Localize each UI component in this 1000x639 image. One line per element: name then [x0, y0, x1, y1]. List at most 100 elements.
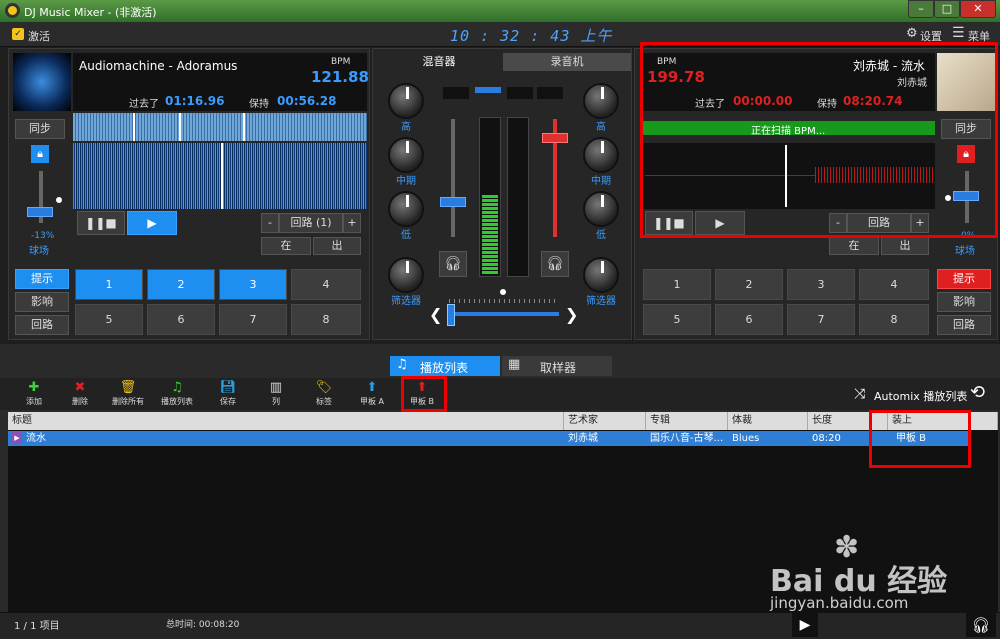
deck-b-pad-1[interactable]: 1 — [643, 269, 711, 300]
mixer-right-low-knob[interactable] — [583, 191, 619, 227]
deck-a-pad-8[interactable]: 8 — [291, 304, 361, 335]
columns-icon: ▥ — [269, 380, 283, 395]
deck-a-pad-7[interactable]: 7 — [219, 304, 287, 335]
plus-icon: ✚ — [28, 380, 40, 395]
gear-icon[interactable]: ⚙ — [906, 26, 918, 41]
toolbar-button-arrow-up-icon[interactable]: ⬆ 甲板 A — [352, 380, 392, 407]
mixer-left-high-knob[interactable] — [388, 83, 424, 119]
deck-b-pad-3[interactable]: 3 — [787, 269, 855, 300]
deck-a-pad-6[interactable]: 6 — [147, 304, 215, 335]
mixer-indicator-bar — [475, 87, 501, 93]
deck-a-play-button[interactable]: ▶ — [127, 211, 177, 235]
deck-b-effect-button[interactable]: 影响 — [937, 292, 991, 312]
mixer-left-fader-track[interactable] — [451, 119, 455, 237]
crossfader-right-arrow[interactable]: ❯ — [565, 305, 578, 324]
mixer-right-high-knob[interactable] — [583, 83, 619, 119]
deck-a-pad-2[interactable]: 2 — [147, 269, 215, 300]
deck-a-loop-button[interactable]: 回路 (1) — [279, 213, 343, 233]
mixer-left-mid-label: 中期 — [396, 176, 416, 187]
maximize-button[interactable]: □ — [934, 0, 960, 18]
mixer-right-fader-thumb[interactable] — [542, 133, 568, 143]
deck-a-lock-icon[interactable]: 🔒︎ — [31, 145, 49, 163]
highlight-deck-b — [640, 42, 998, 238]
deck-a-sync-button[interactable]: 同步 — [15, 119, 65, 139]
crossfader-left-arrow[interactable]: ❮ — [429, 305, 442, 324]
mixer-left-fader-thumb[interactable] — [440, 197, 466, 207]
deck-a-in-button[interactable]: 在 — [261, 237, 311, 255]
toolbar-button-playlist-icon[interactable]: ♫ 播放列表 — [157, 380, 197, 407]
row-play-icon: ▶ — [12, 432, 22, 444]
deck-b-out-button[interactable]: 出 — [881, 237, 929, 255]
tab-recorder[interactable]: 录音机 — [503, 53, 631, 71]
column-header-artist[interactable]: 艺术家 — [564, 412, 646, 430]
repeat-icon[interactable]: ⟲ — [970, 382, 985, 403]
deck-a-loop-plus-button[interactable]: + — [343, 213, 361, 233]
mixer-right-filter-label: 筛选器 — [586, 296, 616, 307]
activate-button[interactable]: 激活 — [28, 28, 50, 44]
deck-a-pad-3[interactable]: 3 — [219, 269, 287, 300]
mixer-right-mid-knob[interactable] — [583, 137, 619, 173]
deck-a-pad-1[interactable]: 1 — [75, 269, 143, 300]
toolbar-button-tag-icon[interactable]: 🏷︎ 标签 — [304, 380, 344, 407]
tab-playlist-label: 播放列表 — [420, 361, 469, 375]
preview-play-button[interactable]: ▶ — [792, 613, 818, 637]
cell-genre: Blues — [732, 433, 760, 444]
deck-b-pad-2[interactable]: 2 — [715, 269, 783, 300]
deck-a-pitch-thumb[interactable] — [27, 207, 53, 217]
playlist-tab-icon: ♫ — [396, 357, 408, 372]
toolbar-button-columns-icon[interactable]: ▥ 列 — [256, 380, 296, 407]
deck-a-waveform[interactable] — [73, 143, 367, 209]
mixer-indicator-bar — [537, 87, 563, 99]
deck-b-pad-8[interactable]: 8 — [859, 304, 929, 335]
deck-a-overview-waveform[interactable] — [73, 113, 367, 141]
deck-b-pad-7[interactable]: 7 — [787, 304, 855, 335]
menu-icon[interactable]: ☰ — [952, 25, 965, 41]
toolbar-button-save-icon[interactable]: 💾︎ 保存 — [208, 380, 248, 407]
mixer-right-high-label: 高 — [596, 122, 606, 133]
deck-a-effect-button[interactable]: 影响 — [15, 292, 69, 312]
toolbar-button-plus-icon[interactable]: ✚ 添加 — [14, 380, 54, 407]
deck-b-cue-button[interactable]: 提示 — [937, 269, 991, 289]
toolbar-button-delete-icon[interactable]: ✖ 删除 — [60, 380, 100, 407]
deck-b-loop-mode-button[interactable]: 回路 — [937, 315, 991, 335]
automix-icon[interactable]: ⤨ — [854, 386, 865, 402]
column-header-title[interactable]: 标题 — [8, 412, 564, 430]
crossfader-thumb[interactable] — [447, 304, 455, 326]
deck-b-pad-6[interactable]: 6 — [715, 304, 783, 335]
automix-label[interactable]: Automix 播放列表 — [874, 388, 967, 404]
mixer-right-filter-knob[interactable] — [583, 257, 619, 293]
close-button[interactable]: ✕ — [960, 0, 996, 18]
deck-a-pad-4[interactable]: 4 — [291, 269, 361, 300]
deck-a: Audiomachine - Adoramus BPM 121.88 过去了 0… — [8, 48, 370, 340]
deck-b-in-button[interactable]: 在 — [829, 237, 879, 255]
toolbar-button-label: 添加 — [26, 397, 42, 406]
baidu-paw-icon: ✽ — [834, 530, 860, 565]
deck-a-cue-button[interactable]: 提示 — [15, 269, 69, 289]
deck-a-title: Audiomachine - Adoramus — [79, 59, 238, 73]
column-header-album[interactable]: 专辑 — [646, 412, 728, 430]
mixer-left-filter-knob[interactable] — [388, 257, 424, 293]
deck-b-pad-5[interactable]: 5 — [643, 304, 711, 335]
deck-a-out-button[interactable]: 出 — [313, 237, 361, 255]
mixer-left-mid-knob[interactable] — [388, 137, 424, 173]
mixer-right-headphones-button[interactable]: 🎧︎ — [541, 251, 569, 277]
toolbar-button-trash-icon[interactable]: 🗑︎ 删除所有 — [108, 380, 148, 407]
tab-mixer[interactable]: 混音器 — [375, 53, 503, 71]
cell-album: 国乐八音-古琴... — [650, 433, 724, 444]
deck-a-playhead — [221, 143, 223, 209]
mixer-left-headphones-button[interactable]: 🎧︎ — [439, 251, 467, 277]
deck-a-loop-minus-button[interactable]: - — [261, 213, 279, 233]
crossfader-track[interactable] — [449, 312, 559, 316]
deck-a-pad-5[interactable]: 5 — [75, 304, 143, 335]
column-header-genre[interactable]: 体裁 — [728, 412, 808, 430]
toolbar-button-label: 删除所有 — [112, 397, 144, 406]
deck-a-loop-mode-button[interactable]: 回路 — [15, 315, 69, 335]
cell-artist: 刘赤城 — [568, 433, 598, 444]
mixer-left-low-knob[interactable] — [388, 191, 424, 227]
minimize-button[interactable]: – — [908, 0, 934, 18]
toolbar-button-label: 甲板 A — [359, 397, 384, 406]
deck-a-bpm-label: BPM — [331, 57, 351, 67]
deck-a-pause-stop-button[interactable]: ❚❚■ — [77, 211, 125, 235]
preview-headphones-button[interactable]: 🎧︎ — [966, 613, 996, 637]
deck-b-pad-4[interactable]: 4 — [859, 269, 929, 300]
